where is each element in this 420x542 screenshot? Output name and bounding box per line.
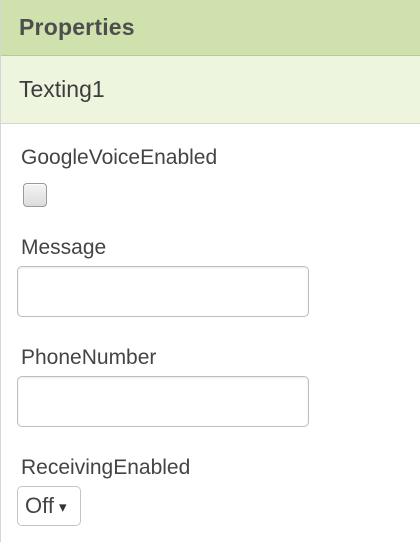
component-name-bar: Texting1 [1,56,420,124]
phone-number-label: PhoneNumber [21,346,157,369]
phone-number-input[interactable] [17,376,309,427]
receiving-enabled-value: Off [25,493,54,518]
receiving-enabled-label: ReceivingEnabled [21,456,191,479]
panel-title: Properties [19,14,135,40]
chevron-down-icon: ▾ [58,499,67,516]
message-label: Message [21,236,107,259]
google-voice-enabled-checkbox[interactable] [23,183,47,207]
properties-panel: Properties Texting1 GoogleVoiceEnabled M… [0,0,420,542]
panel-header: Properties [1,0,420,56]
message-input[interactable] [17,266,309,317]
component-name: Texting1 [19,76,105,102]
google-voice-enabled-label: GoogleVoiceEnabled [21,146,218,169]
receiving-enabled-dropdown[interactable]: Off ▾ [17,486,81,526]
